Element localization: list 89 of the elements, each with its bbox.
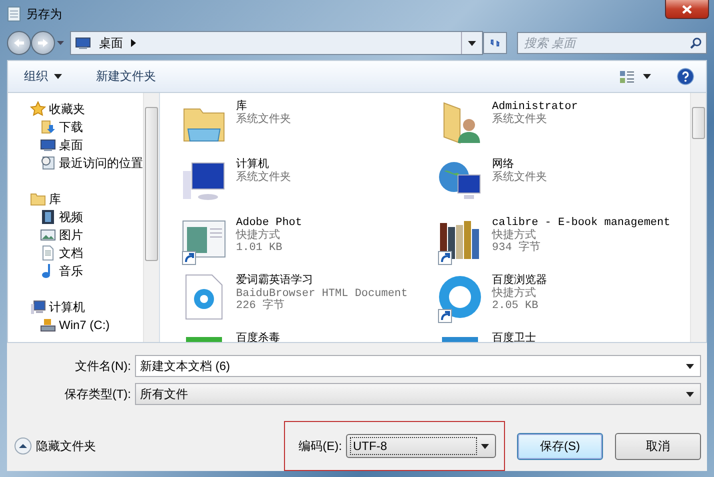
back-button[interactable] (7, 31, 31, 56)
file-name: 库 (236, 101, 247, 114)
scrollbar[interactable] (143, 93, 159, 342)
file-name: 百度浏览器 (492, 275, 547, 288)
recent-pages-arrow-icon[interactable] (57, 41, 64, 46)
sidebar-item[interactable]: 下载 (30, 118, 143, 136)
address-bar[interactable]: 桌面 (70, 31, 483, 56)
organize-button[interactable]: 组织 (20, 66, 66, 88)
combo-box[interactable]: 所有文件 (135, 383, 701, 406)
help-icon[interactable] (677, 68, 694, 86)
refresh-button[interactable] (483, 32, 507, 54)
file-item[interactable]: 百度卫士 (436, 331, 690, 342)
dialog-button[interactable]: 取消 (615, 432, 701, 460)
dropdown-arrow-icon (481, 444, 489, 449)
close-icon (682, 4, 692, 14)
right-arrow-icon (37, 38, 49, 48)
file-detail: 934 字节 (492, 242, 542, 255)
new-folder-button[interactable]: 新建文件夹 (92, 66, 160, 88)
dropdown-arrow-icon (54, 74, 62, 80)
window-title: 另存为 (26, 6, 62, 23)
desktop-icon (40, 137, 56, 154)
file-detail: 226 字节 (236, 300, 286, 313)
left-arrow-icon (13, 38, 25, 48)
file-item[interactable]: 库 系统文件夹 (180, 99, 436, 158)
star-icon (30, 101, 46, 118)
desktop-icon (75, 35, 91, 52)
encoding-dropdown[interactable]: UTF-8 (346, 434, 496, 458)
sidebar-item[interactable]: 音乐 (30, 262, 143, 280)
file-detail: 系统文件夹 (492, 114, 548, 126)
notepad-icon (7, 6, 21, 22)
field-label: 文件名(N): (74, 358, 132, 375)
file-item[interactable]: calibre - E-book management 快捷方式 934 字节 (436, 215, 690, 274)
scrollbar[interactable] (690, 93, 706, 342)
file-name: Adobe Phot (236, 217, 302, 230)
file-name: 百度卫士 (492, 333, 536, 342)
breadcrumb-item[interactable]: 桌面 (99, 34, 123, 52)
close-button[interactable] (665, 0, 709, 19)
recent-places-icon (40, 155, 56, 172)
file-item[interactable]: 网络 系统文件夹 (436, 157, 690, 216)
file-detail: 系统文件夹 (492, 172, 547, 184)
file-item[interactable]: 爱词霸英语学习 BaiduBrowser HTML Document 226 字节 (180, 273, 436, 332)
file-item[interactable]: Adobe Phot 快捷方式 1.01 KB (180, 215, 436, 274)
view-options-icon[interactable] (619, 70, 635, 84)
picture-icon (40, 227, 56, 244)
computer-icon (30, 299, 46, 316)
sidebar-item[interactable]: 图片 (30, 226, 143, 244)
file-detail: 快捷方式 (492, 288, 537, 300)
field-label: 保存类型(T): (63, 386, 132, 403)
refresh-arrows-icon (490, 37, 500, 50)
sidebar-item[interactable]: 库 (30, 190, 143, 208)
sidebar-item[interactable]: 桌面 (30, 136, 143, 154)
dropdown-arrow-icon[interactable] (643, 74, 651, 80)
dialog-button[interactable]: 保存(S) (517, 432, 603, 460)
file-name: 网络 (492, 159, 514, 172)
file-detail: 快捷方式 (236, 230, 281, 242)
drive-icon (40, 317, 56, 334)
file-detail: 1.01 KB (236, 242, 284, 255)
dropdown-arrow-icon (686, 364, 694, 369)
film-icon (40, 209, 56, 226)
encoding-label: 编码(E): (298, 438, 342, 455)
file-name: Administrator (492, 101, 578, 114)
file-detail: 2.05 KB (492, 300, 540, 313)
sidebar-item[interactable]: 计算机 (30, 298, 143, 316)
file-detail: BaiduBrowser HTML Document (236, 288, 408, 300)
sidebar-item[interactable]: Win7 (C:) (30, 316, 143, 334)
breadcrumb-arrow-icon[interactable] (131, 39, 136, 48)
file-detail: 系统文件夹 (236, 114, 291, 126)
file-name: 爱词霸英语学习 (236, 275, 314, 288)
sidebar-item[interactable]: 收藏夹 (30, 100, 143, 118)
dropdown-arrow-icon (468, 40, 476, 46)
dropdown-arrow-icon (686, 392, 694, 397)
search-icon (690, 37, 702, 50)
sidebar-item[interactable]: 文档 (30, 244, 143, 262)
search-field[interactable]: 搜索 桌面 (517, 32, 707, 54)
file-detail: 系统文件夹 (236, 172, 291, 184)
file-detail: 快捷方式 (492, 230, 536, 242)
sidebar-item[interactable]: 视频 (30, 208, 143, 226)
file-name: 计算机 (236, 159, 269, 172)
file-item[interactable]: Administrator 系统文件夹 (436, 99, 690, 158)
file-name: calibre - E-book management (492, 217, 670, 230)
document-icon (40, 245, 56, 262)
forward-button[interactable] (31, 31, 55, 56)
file-item[interactable]: 计算机 系统文件夹 (180, 157, 436, 216)
sidebar-item[interactable]: 最近访问的位置 (30, 154, 143, 172)
file-item[interactable]: 百度浏览器 快捷方式 2.05 KB (436, 273, 690, 332)
hide-folders-button[interactable]: 隐藏文件夹 (14, 437, 96, 456)
combo-box[interactable]: 新建文本文档 (6) (135, 355, 701, 378)
download-folder-icon (40, 119, 56, 136)
library-folder-icon (30, 191, 46, 208)
